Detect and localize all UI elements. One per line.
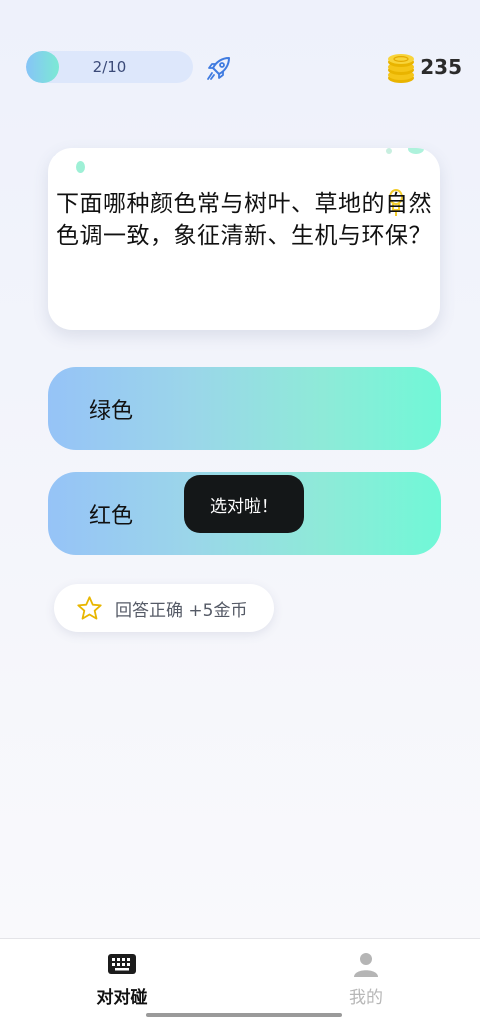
- rocket-icon[interactable]: [204, 53, 234, 83]
- answer-option-1[interactable]: 绿色: [48, 367, 441, 450]
- confetti-dot: [50, 150, 56, 156]
- confetti-dot: [386, 148, 392, 154]
- answer-option-label: 红色: [89, 503, 134, 529]
- person-icon: [354, 953, 378, 977]
- reward-hint: 回答正确 +5金币: [54, 584, 274, 632]
- coin-balance: 235: [386, 50, 462, 84]
- nav-label: 对对碰: [96, 988, 148, 1008]
- coin-count: 235: [420, 55, 462, 79]
- keyboard-icon: [108, 954, 136, 974]
- progress-text: 2/10: [92, 58, 127, 76]
- nav-item-duiduipeng[interactable]: 对对碰: [62, 951, 182, 1008]
- question-card: 下面哪种颜色常与树叶、草地的自然色调一致，象征清新、生机与环保？: [48, 148, 440, 330]
- nav-label: 我的: [349, 988, 383, 1008]
- answer-option-label: 绿色: [89, 398, 134, 424]
- home-indicator[interactable]: [146, 1013, 342, 1017]
- reward-text: 回答正确 +5金币: [115, 600, 248, 621]
- quiz-progress-bar: 2/10: [26, 51, 193, 83]
- nav-item-mine[interactable]: 我的: [306, 951, 426, 1008]
- question-text: 下面哪种颜色常与树叶、草地的自然色调一致，象征清新、生机与环保？: [56, 191, 432, 249]
- star-icon: [77, 595, 102, 620]
- confetti-dot: [76, 161, 85, 173]
- bottom-nav: 对对碰 我的: [0, 938, 480, 1020]
- correct-answer-toast: 选对啦！: [184, 475, 304, 533]
- coins-stack-icon: [388, 54, 415, 83]
- confetti-dot: [408, 148, 424, 154]
